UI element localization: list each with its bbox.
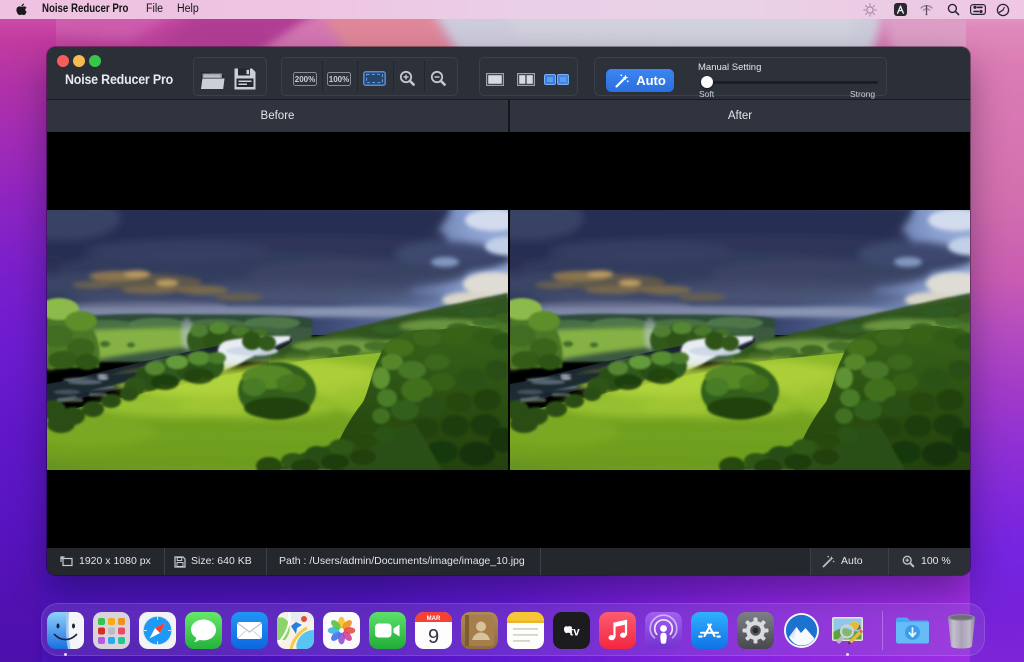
svg-text:MAR: MAR bbox=[426, 616, 440, 622]
svg-text:9: 9 bbox=[427, 626, 438, 648]
